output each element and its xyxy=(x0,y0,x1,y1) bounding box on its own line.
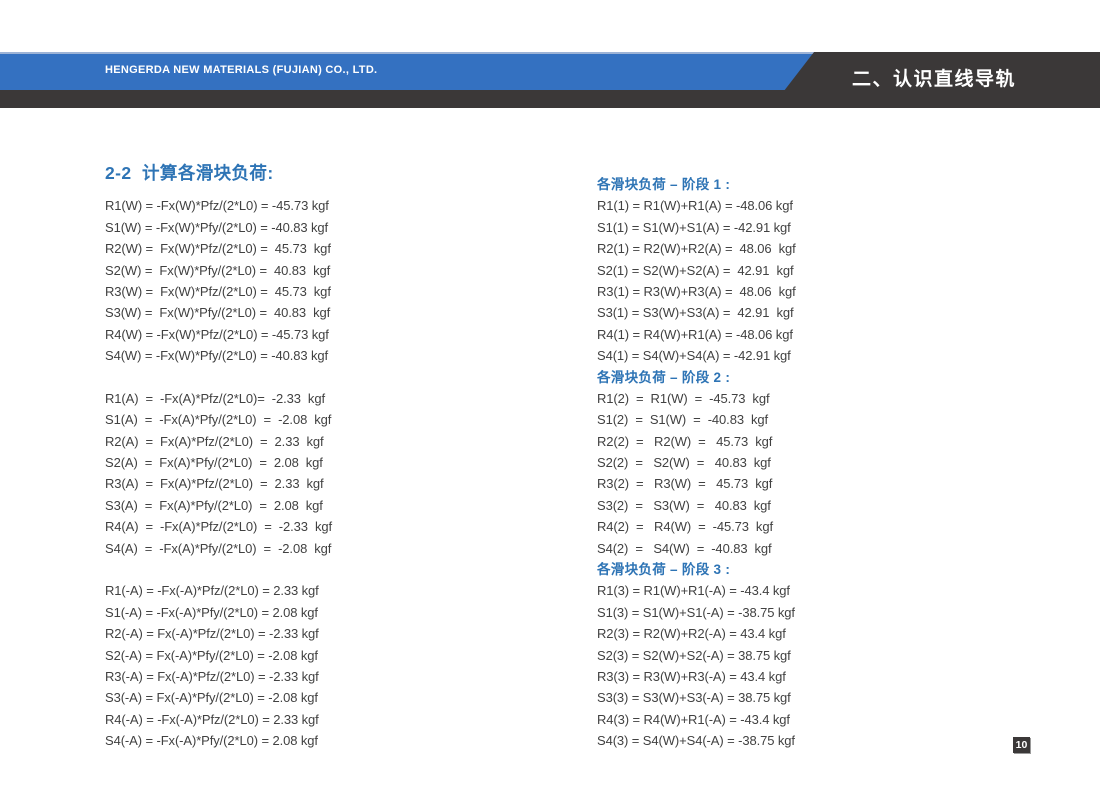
formula-line: R3(1) = R3(W)+R3(A) = 48.06 kgf xyxy=(597,281,796,302)
formula-line: S2(1) = S2(W)+S2(A) = 42.91 kgf xyxy=(597,260,796,281)
formula-line: R2(-A) = Fx(-A)*Pfz/(2*L0) = -2.33 kgf xyxy=(105,623,332,644)
formula-line: S2(-A) = Fx(-A)*Pfy/(2*L0) = -2.08 kgf xyxy=(105,645,332,666)
company-name: HENGERDA NEW MATERIALS (FUJIAN) CO., LTD… xyxy=(105,52,377,90)
formula-line: S3(-A) = Fx(-A)*Pfy/(2*L0) = -2.08 kgf xyxy=(105,687,332,708)
formula-line: S1(3) = S1(W)+S1(-A) = -38.75 kgf xyxy=(597,602,796,623)
formula-line: R4(2) = R4(W) = -45.73 kgf xyxy=(597,516,796,537)
formula-line: R2(2) = R2(W) = 45.73 kgf xyxy=(597,431,796,452)
formula-line: R2(W) = Fx(W)*Pfz/(2*L0) = 45.73 kgf xyxy=(105,238,332,259)
formula-line: S2(W) = Fx(W)*Pfy/(2*L0) = 40.83 kgf xyxy=(105,260,332,281)
formula-line: R4(3) = R4(W)+R1(-A) = -43.4 kgf xyxy=(597,709,796,730)
formula-line: R4(-A) = -Fx(-A)*Pfz/(2*L0) = 2.33 kgf xyxy=(105,709,332,730)
slide: HENGERDA NEW MATERIALS (FUJIAN) CO., LTD… xyxy=(0,0,1100,802)
formula-line: R1(3) = R1(W)+R1(-A) = -43.4 kgf xyxy=(597,580,796,601)
formula-line: R1(1) = R1(W)+R1(A) = -48.06 kgf xyxy=(597,195,796,216)
formula-line: R1(2) = R1(W) = -45.73 kgf xyxy=(597,388,796,409)
formula-line: S1(-A) = -Fx(-A)*Pfy/(2*L0) = 2.08 kgf xyxy=(105,602,332,623)
formula-line: R3(-A) = Fx(-A)*Pfz/(2*L0) = -2.33 kgf xyxy=(105,666,332,687)
formula-line: S3(1) = S3(W)+S3(A) = 42.91 kgf xyxy=(597,302,796,323)
formula-line: S3(2) = S3(W) = 40.83 kgf xyxy=(597,495,796,516)
formula-line: R2(A) = Fx(A)*Pfz/(2*L0) = 2.33 kgf xyxy=(105,431,332,452)
formula-line: R3(A) = Fx(A)*Pfz/(2*L0) = 2.33 kgf xyxy=(105,473,332,494)
formula-line: S1(A) = -Fx(A)*Pfy/(2*L0) = -2.08 kgf xyxy=(105,409,332,430)
formula-line: S1(1) = S1(W)+S1(A) = -42.91 kgf xyxy=(597,217,796,238)
formula-line: S2(2) = S2(W) = 40.83 kgf xyxy=(597,452,796,473)
formula-line: S4(1) = S4(W)+S4(A) = -42.91 kgf xyxy=(597,345,796,366)
formula-line: S4(3) = S4(W)+S4(-A) = -38.75 kgf xyxy=(597,730,796,751)
formula-line: S4(A) = -Fx(A)*Pfy/(2*L0) = -2.08 kgf xyxy=(105,538,332,559)
formula-line: R4(A) = -Fx(A)*Pfz/(2*L0) = -2.33 kgf xyxy=(105,516,332,537)
formula-line: R2(3) = R2(W)+R2(-A) = 43.4 kgf xyxy=(597,623,796,644)
formula-line: R3(W) = Fx(W)*Pfz/(2*L0) = 45.73 kgf xyxy=(105,281,332,302)
blank-line xyxy=(105,174,332,195)
formula-line: R3(2) = R3(W) = 45.73 kgf xyxy=(597,473,796,494)
formula-line: S1(W) = -Fx(W)*Pfy/(2*L0) = -40.83 kgf xyxy=(105,217,332,238)
formula-line: S3(A) = Fx(A)*Pfy/(2*L0) = 2.08 kgf xyxy=(105,495,332,516)
column-heading: 各滑块负荷 – 阶段 1 : xyxy=(597,174,796,195)
formula-line: S4(-A) = -Fx(-A)*Pfy/(2*L0) = 2.08 kgf xyxy=(105,730,332,751)
formula-column-left: R1(W) = -Fx(W)*Pfz/(2*L0) = -45.73 kgfS1… xyxy=(105,174,332,752)
formula-line: R3(3) = R3(W)+R3(-A) = 43.4 kgf xyxy=(597,666,796,687)
formula-line: S4(W) = -Fx(W)*Pfy/(2*L0) = -40.83 kgf xyxy=(105,345,332,366)
formula-line: R4(W) = -Fx(W)*Pfz/(2*L0) = -45.73 kgf xyxy=(105,324,332,345)
column-heading: 各滑块负荷 – 阶段 3 : xyxy=(597,559,796,580)
formula-line: S4(2) = S4(W) = -40.83 kgf xyxy=(597,538,796,559)
formula-line: S2(A) = Fx(A)*Pfy/(2*L0) = 2.08 kgf xyxy=(105,452,332,473)
section-title: 二、认识直线导轨 xyxy=(852,52,1016,108)
formula-line: R4(1) = R4(W)+R1(A) = -48.06 kgf xyxy=(597,324,796,345)
page-number-badge: 10 xyxy=(1013,737,1030,753)
formula-line: R1(-A) = -Fx(-A)*Pfz/(2*L0) = 2.33 kgf xyxy=(105,580,332,601)
formula-column-right: 各滑块负荷 – 阶段 1 :R1(1) = R1(W)+R1(A) = -48.… xyxy=(597,174,796,752)
blank-line xyxy=(105,367,332,388)
formula-line: R1(W) = -Fx(W)*Pfz/(2*L0) = -45.73 kgf xyxy=(105,195,332,216)
formula-line: S3(3) = S3(W)+S3(-A) = 38.75 kgf xyxy=(597,687,796,708)
formula-line: S2(3) = S2(W)+S2(-A) = 38.75 kgf xyxy=(597,645,796,666)
formula-line: R2(1) = R2(W)+R2(A) = 48.06 kgf xyxy=(597,238,796,259)
column-heading: 各滑块负荷 – 阶段 2 : xyxy=(597,367,796,388)
formula-line: R1(A) = -Fx(A)*Pfz/(2*L0)= -2.33 kgf xyxy=(105,388,332,409)
formula-line: S1(2) = S1(W) = -40.83 kgf xyxy=(597,409,796,430)
formula-line: S3(W) = Fx(W)*Pfy/(2*L0) = 40.83 kgf xyxy=(105,302,332,323)
blank-line xyxy=(105,559,332,580)
